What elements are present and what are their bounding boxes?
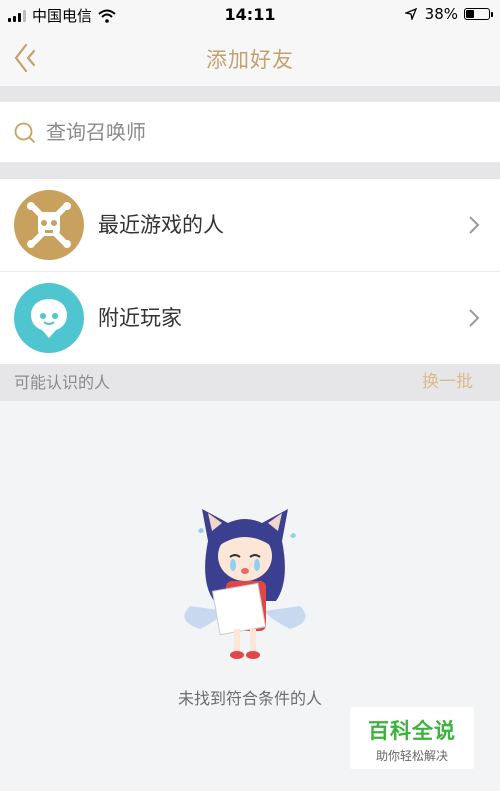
section-header: 可能认识的人 换一批 bbox=[0, 364, 500, 401]
recent-players-label: 最近游戏的人 bbox=[98, 213, 224, 237]
page-title: 添加好友 bbox=[206, 48, 294, 72]
chat-bubble-location-icon bbox=[31, 299, 67, 338]
status-right: 38% bbox=[404, 5, 493, 23]
search-bar[interactable]: 查询召唤师 bbox=[0, 102, 500, 162]
search-input[interactable]: 查询召唤师 bbox=[46, 102, 146, 162]
location-arrow-icon bbox=[404, 8, 417, 20]
section-gap bbox=[0, 162, 500, 179]
skull-crossbones-icon bbox=[27, 202, 71, 248]
crying-fox-girl-illustration bbox=[184, 509, 306, 659]
chevron-right-icon bbox=[469, 309, 480, 327]
battery-icon bbox=[464, 8, 493, 20]
battery-percent: 38% bbox=[424, 5, 458, 23]
battery-fill bbox=[466, 10, 475, 18]
watermark-logo: 百科全说 助你轻松解决 bbox=[350, 707, 474, 769]
refresh-batch-button[interactable]: 换一批 bbox=[422, 364, 473, 401]
nearby-players-avatar bbox=[14, 283, 84, 353]
nav-bar: 添加好友 bbox=[0, 30, 500, 86]
watermark-subtitle: 助你轻松解决 bbox=[375, 749, 448, 763]
section-gap bbox=[0, 86, 500, 102]
list-item-nearby-players[interactable]: 附近玩家 bbox=[0, 272, 500, 364]
nearby-players-label: 附近玩家 bbox=[98, 306, 182, 330]
status-bar: 中国电信 14:11 38% bbox=[0, 0, 500, 30]
list-item-recent-players[interactable]: 最近游戏的人 bbox=[0, 179, 500, 271]
chevron-right-icon bbox=[469, 216, 480, 234]
section-title: 可能认识的人 bbox=[14, 373, 111, 392]
watermark-title: 百科全说 bbox=[368, 719, 456, 743]
search-icon bbox=[14, 122, 35, 143]
recent-players-avatar bbox=[14, 190, 84, 260]
empty-state-text: 未找到符合条件的人 bbox=[177, 689, 322, 708]
